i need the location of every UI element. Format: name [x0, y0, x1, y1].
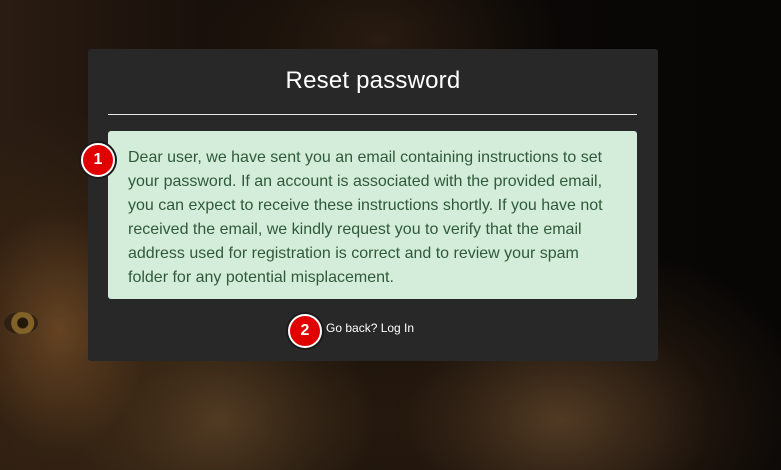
page-title: Reset password [285, 67, 461, 94]
success-alert: Dear user, we have sent you an email con… [108, 131, 637, 299]
alert-message: Dear user, we have sent you an email con… [128, 149, 603, 286]
annotation-marker-2: 2 [288, 314, 322, 348]
lion-eye [4, 312, 38, 334]
reset-password-card: Reset password Dear user, we have sent y… [88, 49, 658, 361]
title-divider [108, 114, 637, 115]
annotation-marker-1: 1 [81, 143, 115, 177]
login-link[interactable]: Go back? Log In [326, 321, 414, 335]
